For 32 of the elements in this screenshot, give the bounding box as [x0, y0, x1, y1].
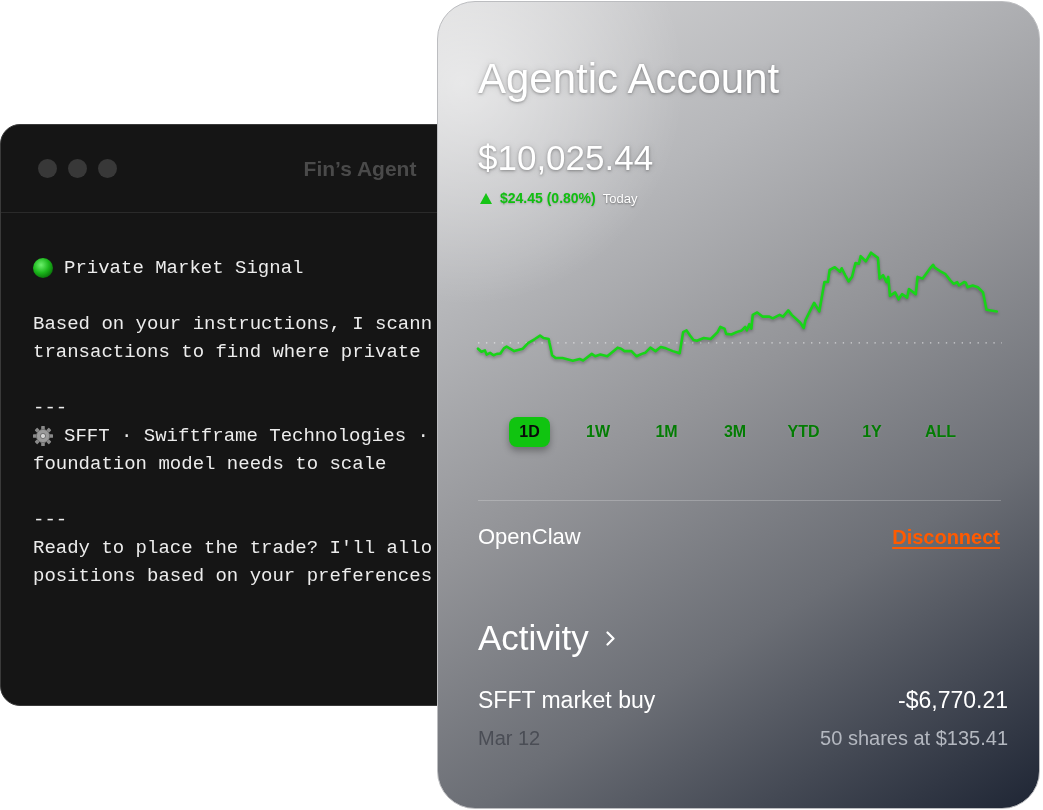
disconnect-link[interactable]: Disconnect [892, 525, 1000, 549]
terminal-line: Based on your instructions, I scann [33, 312, 433, 337]
range-tab[interactable]: YTD [783, 417, 824, 447]
terminal-line: Ready to place the trade? I'll allo [33, 536, 433, 561]
window-control-icon[interactable] [98, 159, 117, 178]
range-tab[interactable]: 1Y [851, 417, 893, 447]
gear-icon [33, 426, 53, 446]
transaction-amount: -$6,770.21 [898, 686, 1008, 714]
range-tab[interactable]: 1M [646, 417, 687, 447]
range-tab[interactable]: 1W [577, 417, 619, 447]
window-control-icon[interactable] [38, 159, 57, 178]
terminal-line: positions based on your preferences [33, 564, 433, 589]
terminal-line: transactions to find where private [33, 340, 421, 365]
change-amount: $24.45 (0.80%) [500, 190, 596, 206]
window-control-icon[interactable] [68, 159, 87, 178]
activity-link[interactable]: Activity [478, 618, 615, 658]
terminal-line: SFFT · Swiftframe Technologies · [64, 424, 429, 449]
chevron-right-icon [605, 630, 615, 646]
change-period: Today [602, 190, 638, 206]
transaction-title: SFFT market buy [478, 686, 656, 714]
transaction-detail: 50 shares at $135.41 [820, 726, 1008, 750]
connection-name: OpenClaw [478, 524, 581, 550]
card-title: Agentic Account [478, 54, 780, 104]
terminal-line: foundation model needs to scale [33, 452, 387, 477]
range-tab[interactable]: 1D [509, 417, 550, 447]
balance-amount: $10,025.44 [478, 137, 654, 179]
range-tab[interactable]: 3M [714, 417, 756, 447]
terminal-line: Private Market Signal [64, 256, 304, 281]
range-tab[interactable]: ALL [920, 417, 961, 447]
separator-text: --- [33, 508, 68, 533]
status-dot-icon [33, 258, 53, 278]
separator-text: --- [33, 396, 68, 421]
